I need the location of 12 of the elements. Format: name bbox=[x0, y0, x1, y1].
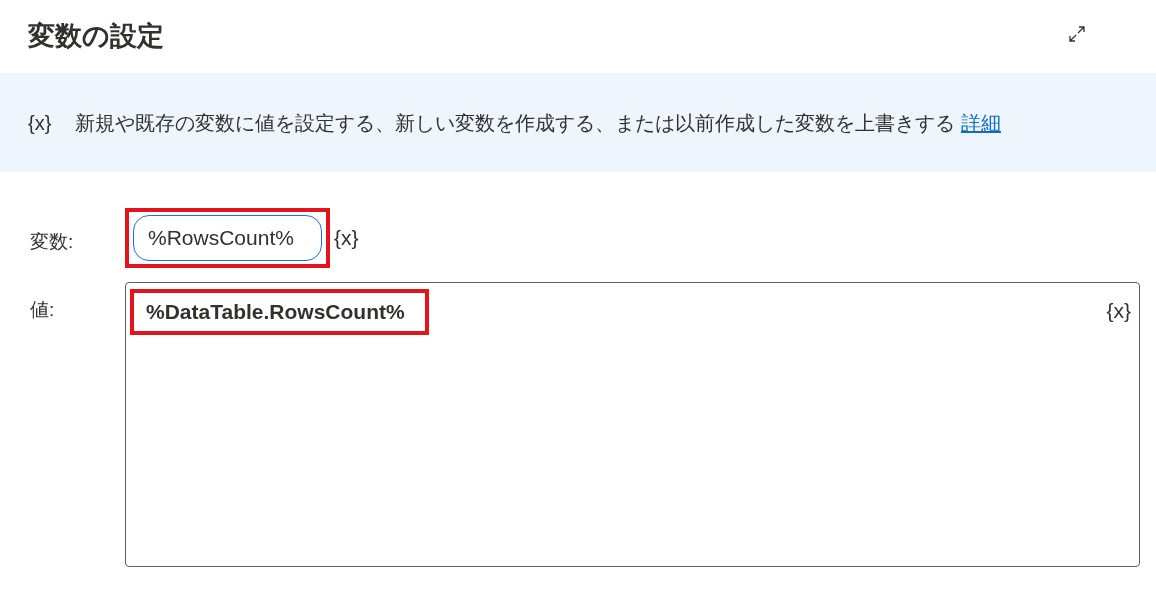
variable-field[interactable]: %RowsCount% bbox=[133, 215, 322, 261]
insert-variable-button[interactable]: {x} bbox=[330, 222, 363, 254]
dialog-title: 変数の設定 bbox=[28, 20, 164, 54]
insert-variable-button[interactable]: {x} bbox=[1102, 295, 1135, 327]
field-label: 変数: bbox=[30, 230, 75, 254]
details-link[interactable]: 詳細 bbox=[960, 111, 1001, 134]
description-text: 新規や既存の変数に値を設定する、新しい変数を作成する、または以前作成した変数を上書きする 詳細 bbox=[75, 110, 1001, 136]
field-label: 値: bbox=[30, 298, 56, 322]
expand-icon[interactable] bbox=[1068, 24, 1086, 43]
value-field[interactable]: %DataTable.RowsCount% {x} bbox=[125, 282, 1140, 567]
value-text: %DataTable.RowsCount% bbox=[130, 289, 429, 335]
variable-icon: {x} bbox=[28, 107, 52, 138]
